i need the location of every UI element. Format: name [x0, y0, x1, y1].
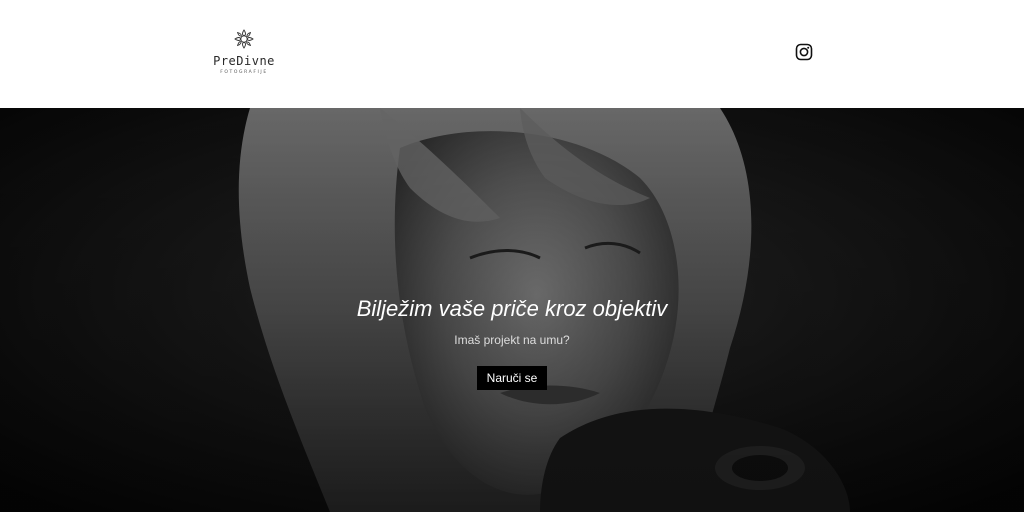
- hero-section: Bilježim vaše priče kroz objektiv Imaš p…: [0, 108, 1024, 512]
- brand-logo[interactable]: PreDivne FOTOGRAFIJE: [204, 28, 284, 88]
- instagram-icon[interactable]: [795, 43, 813, 61]
- brand-subtitle: FOTOGRAFIJE: [220, 70, 268, 75]
- hero-subtitle: Imaš projekt na umu?: [454, 333, 570, 347]
- flower-logo-icon: [234, 29, 254, 49]
- order-button[interactable]: Naruči se: [477, 366, 547, 390]
- hero-content: Bilježim vaše priče kroz objektiv Imaš p…: [0, 108, 1024, 512]
- brand-name: PreDivne: [213, 54, 275, 68]
- hero-title: Bilježim vaše priče kroz objektiv: [356, 296, 668, 321]
- site-header: PreDivne FOTOGRAFIJE: [0, 0, 1024, 108]
